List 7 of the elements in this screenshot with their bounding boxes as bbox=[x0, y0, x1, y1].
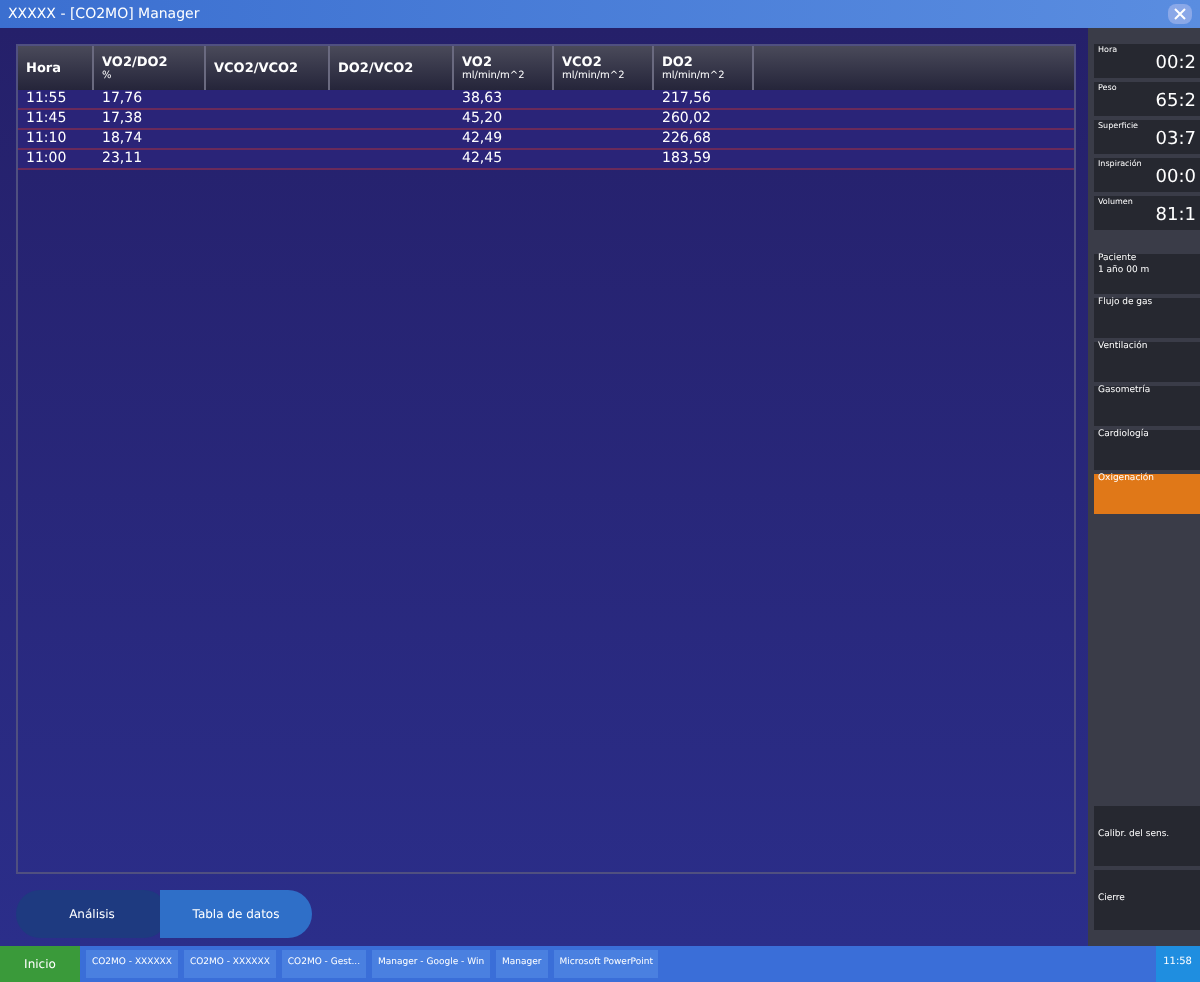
close-icon bbox=[1174, 8, 1186, 20]
reading-value: 00:0 bbox=[1155, 168, 1196, 188]
close-button[interactable] bbox=[1168, 4, 1192, 24]
reading-value: 81:1 bbox=[1155, 206, 1196, 226]
reading-value: 03:7 bbox=[1155, 130, 1196, 150]
reading-value: 00:2 bbox=[1155, 54, 1196, 74]
reading-value: 65:2 bbox=[1155, 92, 1196, 112]
